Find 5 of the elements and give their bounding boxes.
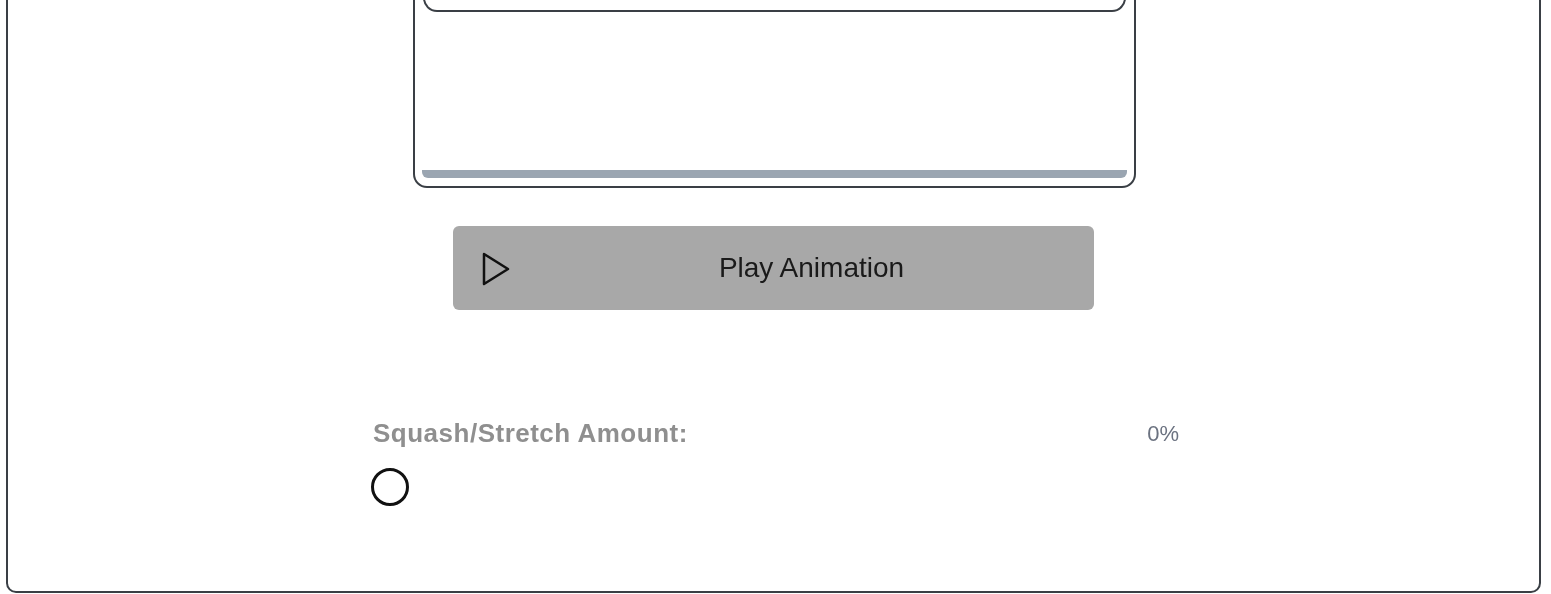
slider-thumb[interactable] [371,468,409,506]
play-icon [481,252,511,286]
squash-stretch-label: Squash/Stretch Amount: [373,417,688,450]
play-animation-button[interactable]: Play Animation [453,226,1094,310]
squash-stretch-value: 0% [1147,420,1179,448]
